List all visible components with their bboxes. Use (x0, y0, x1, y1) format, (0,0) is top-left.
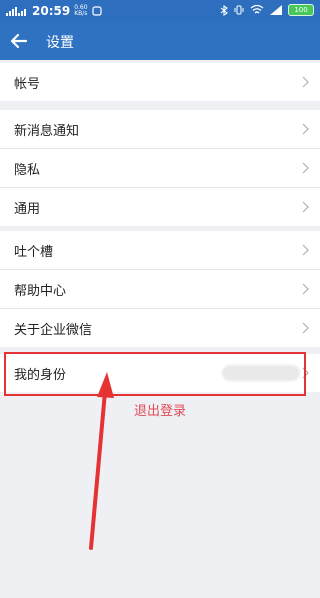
annotation-arrow-icon (89, 372, 114, 550)
